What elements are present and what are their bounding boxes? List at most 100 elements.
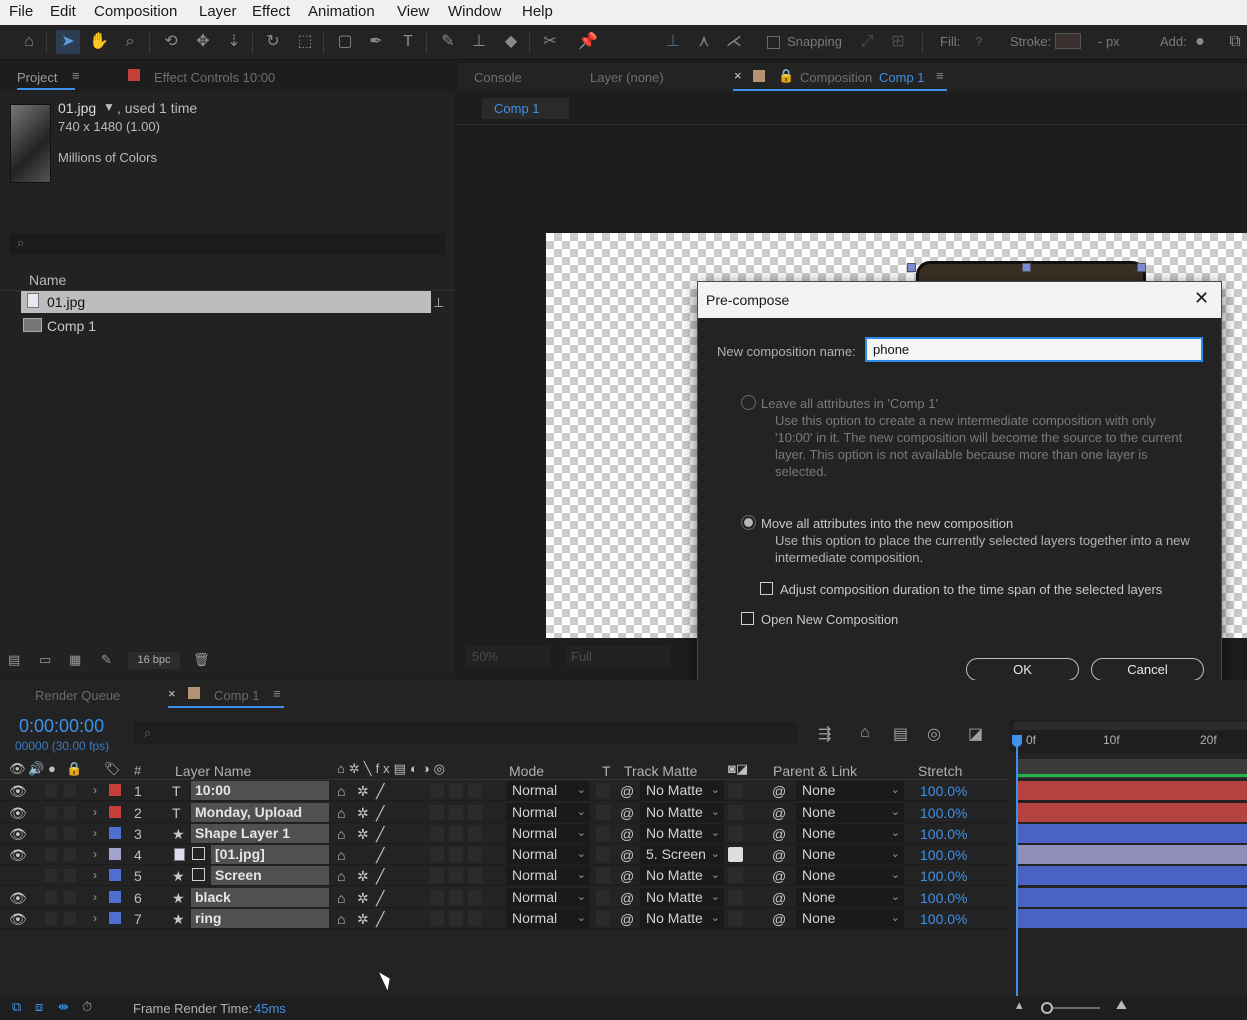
rectangle-tool-icon[interactable]: ▢ — [333, 30, 357, 54]
lock-icon[interactable]: 🔒 — [778, 68, 794, 84]
matte-pickwhip-icon[interactable]: @ — [620, 805, 634, 821]
orbit-camera-icon[interactable]: ⟲ — [159, 30, 183, 54]
eye-icon[interactable]: 👁 — [9, 783, 27, 800]
close-icon[interactable]: × — [734, 68, 742, 83]
3d-switch[interactable] — [468, 783, 482, 798]
lock-toggle[interactable] — [64, 784, 76, 797]
lock-toggle[interactable] — [64, 848, 76, 861]
shy-switch-icon[interactable]: ⌂ — [337, 868, 345, 884]
audio-icon[interactable]: 🔊 — [28, 761, 44, 777]
alpha-matte-switch[interactable] — [728, 826, 743, 841]
preserve-transparency-switch[interactable] — [596, 783, 610, 798]
parent-pickwhip-icon[interactable]: @ — [772, 868, 786, 884]
preserve-transparency-switch[interactable] — [596, 805, 610, 820]
layer-switches-toggle-icon[interactable]: ⧉ — [12, 999, 21, 1015]
quality-switch-icon[interactable]: ╱ — [376, 805, 384, 822]
adjust-duration-checkbox[interactable] — [760, 582, 773, 595]
solo-toggle[interactable] — [45, 784, 57, 797]
close-icon[interactable]: × — [168, 686, 176, 701]
label-icon[interactable]: 🏷 — [104, 761, 121, 777]
matte-pickwhip-icon[interactable]: @ — [620, 826, 634, 842]
selection-tool-icon[interactable]: ➤ — [56, 30, 80, 54]
chevron-right-icon[interactable]: › — [93, 847, 97, 861]
adjustment-switch[interactable] — [449, 890, 463, 905]
tab-render-queue[interactable]: Render Queue — [35, 688, 120, 703]
transform-handle[interactable] — [1137, 263, 1146, 272]
layer-name[interactable]: Shape Layer 1 — [191, 824, 329, 843]
label-color-swatch[interactable] — [109, 912, 121, 924]
panel-menu-icon[interactable]: ≡ — [936, 68, 944, 83]
in-out-toggle-icon[interactable]: ⇼ — [58, 999, 69, 1015]
preserve-transparency-switch[interactable] — [596, 868, 610, 883]
puppet-pin-icon[interactable]: 📌 — [576, 30, 600, 54]
motion-blur-switch[interactable] — [430, 805, 444, 820]
panel-menu-icon[interactable]: ⧉ — [1223, 30, 1247, 54]
eye-toggle-empty[interactable] — [9, 868, 23, 882]
layer-row[interactable]: 👁 › 2 T Monday, Upload ⌂ ✲ ╱ Normal ⌄ @ No Matte ⌄ @ N… — [0, 802, 1008, 823]
stretch-value[interactable]: 100.0% — [920, 847, 967, 863]
mode-dropdown[interactable]: Normal ⌄ — [506, 781, 590, 800]
eye-icon[interactable]: 👁 — [9, 805, 27, 822]
stretch-value[interactable]: 100.0% — [920, 890, 967, 906]
solo-toggle[interactable] — [45, 827, 57, 840]
transform-handle[interactable] — [907, 263, 916, 272]
eye-icon[interactable]: 👁 — [9, 890, 27, 907]
label-color-swatch[interactable] — [109, 806, 121, 818]
close-icon[interactable]: ✕ — [1194, 288, 1209, 309]
brush-tool-icon[interactable]: ✎ — [436, 30, 460, 54]
home-icon[interactable]: ⌂ — [17, 30, 41, 54]
chevron-right-icon[interactable]: › — [93, 911, 97, 925]
menu-view[interactable]: View — [397, 3, 429, 20]
mode-dropdown[interactable]: Normal ⌄ — [506, 888, 590, 907]
preserve-transparency-switch[interactable] — [596, 826, 610, 841]
list-item[interactable]: 01.jpg — [21, 291, 431, 313]
shy-switch-icon[interactable]: ⌂ — [337, 890, 345, 906]
solo-toggle[interactable] — [45, 891, 57, 904]
playhead-handle[interactable] — [1012, 735, 1022, 747]
adjustment-switch[interactable] — [449, 826, 463, 841]
snapping-checkbox[interactable] — [767, 36, 780, 49]
col-t-header[interactable]: T — [602, 763, 611, 779]
open-new-comp-checkbox[interactable] — [741, 612, 754, 625]
layer-name[interactable]: 10:00 — [191, 781, 329, 800]
parent-pickwhip-icon[interactable]: @ — [772, 805, 786, 821]
preserve-transparency-switch[interactable] — [596, 847, 610, 862]
layer-row[interactable]: › 5 ★ Screen ⌂ ✲ ╱ Normal ⌄ @ No Matte ⌄ @ None ⌄ 100.0… — [0, 865, 1008, 886]
layer-name[interactable]: Monday, Upload — [191, 803, 329, 822]
quality-switch-icon[interactable]: ╱ — [376, 890, 384, 907]
layer-name[interactable]: ring — [191, 909, 329, 928]
collapse-switch-icon[interactable]: ✲ — [357, 826, 369, 843]
collapse-switch-icon[interactable]: ✲ — [357, 911, 369, 928]
mode-dropdown[interactable]: Normal ⌄ — [506, 866, 590, 885]
eye-icon[interactable]: 👁 — [9, 911, 27, 928]
parent-dropdown[interactable]: None ⌄ — [796, 803, 904, 822]
parent-dropdown[interactable]: None ⌄ — [796, 909, 904, 928]
menu-help[interactable]: Help — [522, 3, 553, 20]
quality-switch-icon[interactable]: ╱ — [376, 868, 384, 885]
alpha-matte-switch[interactable] — [728, 868, 743, 883]
tab-layer[interactable]: Layer (none) — [590, 70, 664, 85]
3d-switch[interactable] — [468, 847, 482, 862]
menu-window[interactable]: Window — [448, 3, 501, 20]
stretch-value[interactable]: 100.0% — [920, 783, 967, 799]
collapse-switch-icon[interactable]: ✲ — [357, 868, 369, 885]
rotate-tool-icon[interactable]: ↻ — [261, 30, 285, 54]
tab-effect-controls[interactable]: Effect Controls 10:00 — [154, 70, 275, 85]
bpc-button[interactable]: 16 bpc — [128, 652, 180, 669]
layer-duration-bar[interactable] — [1018, 888, 1247, 907]
mode-dropdown[interactable]: Normal ⌄ — [506, 909, 590, 928]
motion-blur-switch[interactable] — [430, 911, 444, 926]
alpha-matte-switch[interactable] — [728, 911, 743, 926]
parent-pickwhip-icon[interactable]: @ — [772, 911, 786, 927]
layer-duration-bar[interactable] — [1018, 866, 1247, 885]
parent-dropdown[interactable]: None ⌄ — [796, 888, 904, 907]
local-axis-icon[interactable]: ⊥ — [661, 30, 685, 54]
eye-icon[interactable]: 👁 — [9, 761, 26, 777]
3d-switch[interactable] — [468, 826, 482, 841]
pan-behind-icon[interactable]: ⬚ — [293, 30, 317, 54]
view-axis-icon[interactable]: ⋌ — [722, 30, 746, 54]
mode-dropdown[interactable]: Normal ⌄ — [506, 845, 590, 864]
motion-blur-icon[interactable]: ◎ — [927, 724, 941, 744]
graph-editor-icon[interactable]: ◪ — [968, 724, 983, 744]
parent-dropdown[interactable]: None ⌄ — [796, 845, 904, 864]
